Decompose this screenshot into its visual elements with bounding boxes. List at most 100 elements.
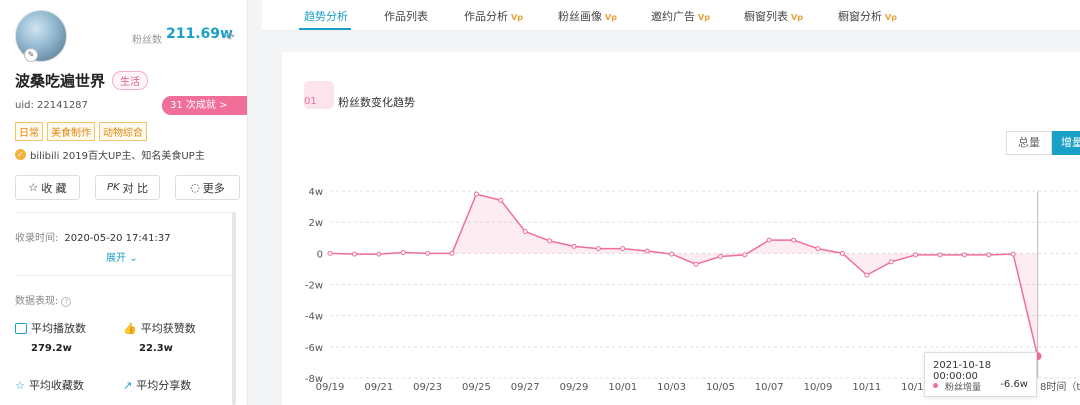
metric-label: 平均获赞数 bbox=[140, 322, 196, 335]
y-tick-label: -6w bbox=[305, 343, 323, 354]
thumb-up-icon: 👍 bbox=[123, 321, 137, 335]
data-point bbox=[571, 243, 577, 249]
achievement-badge[interactable]: 31 次成就 > bbox=[162, 96, 247, 115]
x-tick-label: 10/05 bbox=[706, 382, 735, 393]
expand-link[interactable]: 展开 ⌄ bbox=[106, 249, 138, 264]
x-tick-label: 09/27 bbox=[511, 382, 540, 393]
tooltip-series: 粉丝增量 bbox=[945, 383, 982, 393]
x-tick-label: 09/19 bbox=[316, 382, 345, 393]
y-tick-label: 0 bbox=[317, 249, 323, 260]
compare-button[interactable]: PK 对 比 bbox=[95, 175, 160, 200]
x-tick-label: 09/29 bbox=[560, 382, 589, 393]
y-tick-label: -2w bbox=[305, 281, 323, 292]
data-point bbox=[913, 252, 919, 258]
data-label-text: 数据表现: bbox=[15, 296, 59, 307]
metric-avg-like: 👍 平均获赞数 bbox=[123, 320, 196, 336]
fans-label: 粉丝数 bbox=[132, 35, 162, 46]
x-tick-label: 8时间（t bbox=[1040, 380, 1080, 393]
data-point bbox=[986, 252, 992, 258]
series-line bbox=[329, 193, 1039, 357]
series-dot-icon bbox=[933, 383, 938, 388]
pk-icon: PK bbox=[106, 182, 120, 193]
expand-label: 展开 bbox=[106, 253, 126, 264]
collect-time: 收录时间: 2020-05-20 17:41:37 bbox=[15, 229, 171, 244]
metric-value: 22.3w bbox=[139, 343, 173, 354]
data-point bbox=[693, 261, 699, 267]
data-point bbox=[937, 252, 943, 258]
description-text: bilibili 2019百大UP主、知名美食UP主 bbox=[30, 151, 205, 162]
profile-description: ✓ bilibili 2019百大UP主、知名美食UP主 bbox=[15, 147, 205, 162]
profile-panel: ✎ 粉丝数 211.69w ⟳ 波桑吃遍世界 生活 uid: 22141287 … bbox=[0, 0, 248, 405]
more-label: 更多 bbox=[202, 181, 225, 195]
metric-avg-share: ↗ 平均分享数 bbox=[123, 377, 191, 393]
metric-avg-play: 平均播放数 bbox=[15, 320, 86, 336]
metric-value: 279.2w bbox=[31, 343, 72, 354]
star-icon: ☆ bbox=[28, 181, 39, 194]
achievement-label: 31 次成就 > bbox=[170, 100, 228, 111]
divider bbox=[15, 212, 233, 213]
x-tick-label: 10/01 bbox=[608, 382, 637, 393]
data-point bbox=[522, 229, 528, 235]
favorite-button[interactable]: ☆ 收 藏 bbox=[15, 175, 80, 200]
user-id: uid: 22141287 bbox=[15, 100, 88, 111]
certified-icon: ✓ bbox=[15, 149, 26, 160]
data-point bbox=[839, 250, 845, 256]
divider bbox=[15, 275, 233, 276]
data-point bbox=[717, 253, 723, 259]
more-button[interactable]: ◌ 更多 bbox=[175, 175, 240, 200]
x-tick-label: 09/23 bbox=[413, 382, 442, 393]
data-point bbox=[351, 251, 357, 257]
collect-label: 收录时间: bbox=[15, 233, 59, 244]
star-outline-icon: ☆ bbox=[15, 378, 25, 392]
data-point bbox=[791, 237, 797, 243]
tooltip-value: -6.6w bbox=[1000, 379, 1028, 390]
help-icon[interactable]: ? bbox=[61, 297, 72, 307]
x-tick-label: 09/21 bbox=[364, 382, 393, 393]
fans-trend-chart[interactable]: 4w2w0-2w-4w-6w-8w09/19 09/21 09/23 09/25 09/… bbox=[262, 0, 1080, 405]
data-point bbox=[644, 248, 650, 254]
refresh-icon[interactable]: ⟳ bbox=[226, 30, 235, 43]
data-performance-label: 数据表现:? bbox=[15, 292, 72, 307]
collect-value: 2020-05-20 17:41:37 bbox=[64, 233, 171, 244]
y-tick-label: 2w bbox=[308, 218, 323, 229]
tag-list: 日常 美食制作 动物综合 bbox=[15, 122, 147, 141]
data-point bbox=[815, 246, 821, 252]
user-name: 波桑吃遍世界 bbox=[15, 72, 106, 90]
series-area bbox=[330, 194, 1038, 357]
data-point bbox=[864, 272, 870, 278]
scrollbar[interactable] bbox=[232, 212, 236, 405]
tag-item[interactable]: 日常 bbox=[15, 122, 43, 141]
metric-label: 平均播放数 bbox=[31, 322, 86, 335]
data-point bbox=[620, 246, 626, 252]
data-point bbox=[742, 252, 748, 258]
action-buttons: ☆ 收 藏 PK 对 比 ◌ 更多 bbox=[15, 175, 240, 200]
compare-label: 对 比 bbox=[122, 181, 149, 195]
tv-icon bbox=[15, 322, 27, 334]
avatar[interactable] bbox=[15, 10, 67, 62]
chart-tooltip: 2021-10-18 00:00:00 粉丝增量 -6.6w bbox=[924, 352, 1037, 397]
chevron-down-icon: ⌄ bbox=[129, 253, 138, 264]
data-point bbox=[888, 259, 894, 265]
tag-item[interactable]: 动物综合 bbox=[99, 122, 147, 141]
y-tick-label: -4w bbox=[305, 312, 323, 323]
x-tick-label: 09/25 bbox=[462, 382, 491, 393]
data-point bbox=[961, 252, 967, 258]
metric-label: 平均分享数 bbox=[136, 379, 192, 392]
favorite-label: 收 藏 bbox=[41, 181, 67, 195]
x-tick-label: 10/11 bbox=[852, 382, 881, 393]
data-point bbox=[473, 191, 479, 197]
data-point bbox=[766, 237, 772, 243]
share-icon: ↗ bbox=[123, 378, 133, 392]
data-point bbox=[400, 250, 406, 256]
data-point bbox=[595, 246, 601, 252]
category-tag: 生活 bbox=[112, 71, 148, 90]
x-tick-label: 10/03 bbox=[657, 382, 686, 393]
verified-badge-icon: ✎ bbox=[24, 48, 38, 62]
comment-icon: ◌ bbox=[190, 181, 200, 194]
main-content: 趋势分析 作品列表 作品分析 Vp 粉丝画像 Vp 邀约广告 Vp 橱窗列表 Vp 橱窗… bbox=[262, 0, 1080, 405]
tag-item[interactable]: 美食制作 bbox=[47, 122, 95, 141]
y-tick-label: 4w bbox=[308, 187, 323, 198]
x-tick-label: 10/09 bbox=[804, 382, 833, 393]
x-tick-label: 10/07 bbox=[755, 382, 784, 393]
data-point bbox=[327, 250, 333, 256]
